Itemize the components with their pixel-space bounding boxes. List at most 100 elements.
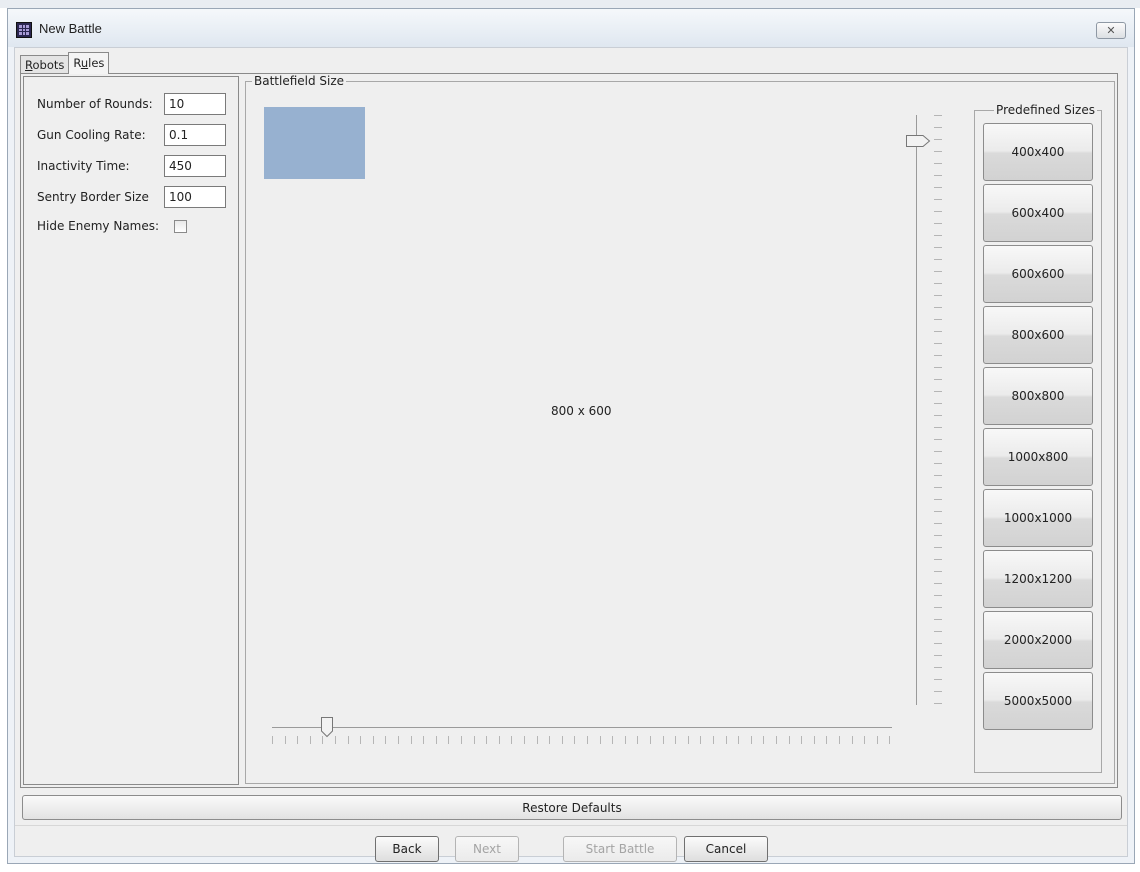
width-slider-tick bbox=[750, 736, 752, 744]
height-slider-tick bbox=[934, 139, 942, 140]
height-slider-tick bbox=[934, 499, 942, 500]
height-slider-tick bbox=[934, 415, 942, 416]
height-slider-tick bbox=[934, 355, 942, 356]
height-slider-tick bbox=[934, 595, 942, 596]
restore-defaults-button[interactable]: Restore Defaults bbox=[22, 795, 1122, 820]
width-slider-thumb[interactable] bbox=[320, 716, 334, 738]
width-slider-tick bbox=[574, 736, 576, 744]
width-slider-tick bbox=[864, 736, 866, 744]
size-button-800x600[interactable]: 800x600 bbox=[983, 306, 1093, 364]
width-slider-tick bbox=[309, 736, 311, 744]
title-bar[interactable]: New Battle ✕ bbox=[8, 9, 1134, 47]
height-slider-tick bbox=[934, 367, 942, 368]
height-slider-track[interactable] bbox=[916, 115, 917, 705]
next-button[interactable]: Next bbox=[455, 836, 519, 862]
height-slider-tick bbox=[934, 679, 942, 680]
hide-names-label: Hide Enemy Names: bbox=[37, 219, 160, 233]
height-slider-tick bbox=[934, 391, 942, 392]
robocode-app-icon bbox=[16, 22, 32, 38]
height-slider-tick bbox=[934, 547, 942, 548]
width-slider-tick bbox=[561, 736, 563, 744]
back-button[interactable]: Back bbox=[375, 836, 439, 862]
dialog-content: Robots Rules Number of Rounds: 10 Gun Co… bbox=[14, 47, 1128, 862]
width-slider-tick bbox=[839, 736, 840, 744]
hide-names-checkbox[interactable] bbox=[174, 220, 187, 233]
size-button-1000x1000[interactable]: 1000x1000 bbox=[983, 489, 1093, 547]
start-battle-button[interactable]: Start Battle bbox=[563, 836, 677, 862]
height-slider-tick bbox=[934, 655, 942, 656]
height-slider-tick bbox=[934, 343, 942, 344]
width-slider-tick bbox=[776, 736, 777, 744]
size-button-600x600[interactable]: 600x600 bbox=[983, 245, 1093, 303]
width-slider-tick bbox=[725, 736, 727, 744]
height-slider-tick bbox=[934, 331, 942, 332]
width-slider-tick bbox=[498, 736, 500, 744]
size-button-400x400[interactable]: 400x400 bbox=[983, 123, 1093, 181]
tab-strip: Robots Rules bbox=[20, 52, 110, 74]
inactivity-input[interactable]: 450 bbox=[164, 155, 226, 177]
battlefield-size-title: Battlefield Size bbox=[252, 74, 347, 88]
hide-names-row: Hide Enemy Names: bbox=[37, 215, 159, 237]
tab-robots[interactable]: Robots bbox=[20, 55, 70, 74]
height-slider-tick bbox=[934, 631, 942, 632]
cancel-button[interactable]: Cancel bbox=[684, 836, 768, 862]
width-slider-tick bbox=[851, 736, 853, 744]
size-button-2000x2000[interactable]: 2000x2000 bbox=[983, 611, 1093, 669]
width-slider-tick bbox=[687, 736, 689, 744]
width-slider-tick bbox=[813, 736, 815, 744]
width-slider-tick bbox=[637, 736, 639, 744]
size-button-800x800[interactable]: 800x800 bbox=[983, 367, 1093, 425]
width-slider-tick bbox=[788, 736, 790, 744]
width-slider-tick bbox=[549, 736, 551, 744]
inactivity-label: Inactivity Time: bbox=[37, 159, 130, 173]
width-slider-tick bbox=[675, 736, 677, 744]
width-slider-track[interactable] bbox=[272, 727, 892, 728]
width-slider-tick bbox=[372, 736, 374, 744]
button-bar-separator bbox=[15, 825, 1127, 826]
height-slider-tick bbox=[934, 115, 942, 116]
width-slider-tick bbox=[763, 736, 765, 744]
height-slider-tick bbox=[934, 619, 942, 620]
size-button-1000x800[interactable]: 1000x800 bbox=[983, 428, 1093, 486]
size-button-5000x5000[interactable]: 5000x5000 bbox=[983, 672, 1093, 730]
rounds-input[interactable]: 10 bbox=[164, 93, 226, 115]
predefined-sizes-title: Predefined Sizes bbox=[994, 103, 1097, 117]
height-slider-tick bbox=[934, 151, 942, 152]
height-slider-thumb[interactable] bbox=[905, 134, 931, 148]
height-slider-tick bbox=[934, 379, 942, 380]
width-slider-tick bbox=[486, 736, 488, 744]
close-icon: ✕ bbox=[1106, 24, 1116, 37]
height-slider-tick bbox=[934, 163, 942, 164]
sentry-label: Sentry Border Size bbox=[37, 190, 149, 204]
predefined-sizes-group: Predefined Sizes 400x400 600x400 600x600… bbox=[974, 103, 1102, 773]
gun-cooling-row: Gun Cooling Rate: bbox=[37, 124, 146, 146]
tab-rules-start: R bbox=[73, 56, 81, 70]
width-slider-tick bbox=[700, 736, 702, 744]
width-slider-tick bbox=[423, 736, 425, 744]
width-slider-tick bbox=[461, 736, 462, 744]
width-slider-ticks bbox=[272, 736, 892, 746]
close-button[interactable]: ✕ bbox=[1096, 22, 1126, 39]
width-slider-tick bbox=[889, 736, 891, 744]
height-slider-tick bbox=[934, 691, 942, 692]
gun-cooling-label: Gun Cooling Rate: bbox=[37, 128, 146, 142]
height-slider-tick bbox=[934, 703, 942, 704]
height-slider-tick bbox=[934, 307, 942, 308]
gun-cooling-input[interactable]: 0.1 bbox=[164, 124, 226, 146]
width-slider-tick bbox=[650, 736, 651, 744]
height-slider-tick bbox=[934, 271, 942, 272]
sentry-input[interactable]: 100 bbox=[164, 186, 226, 208]
height-slider-tick bbox=[934, 523, 942, 524]
size-button-600x400[interactable]: 600x400 bbox=[983, 184, 1093, 242]
tab-robots-rest: obots bbox=[32, 58, 65, 72]
width-slider-tick bbox=[410, 736, 412, 744]
width-slider-tick bbox=[398, 736, 399, 744]
size-button-1200x1200[interactable]: 1200x1200 bbox=[983, 550, 1093, 608]
height-slider-tick bbox=[934, 259, 942, 260]
height-slider-tick bbox=[934, 319, 942, 320]
tab-rules[interactable]: Rules bbox=[68, 52, 110, 74]
height-slider-tick bbox=[934, 511, 942, 512]
height-slider-tick bbox=[934, 247, 942, 248]
new-battle-dialog: New Battle ✕ Robots Rules Number of Roun… bbox=[7, 8, 1135, 864]
height-slider-tick bbox=[934, 535, 942, 536]
